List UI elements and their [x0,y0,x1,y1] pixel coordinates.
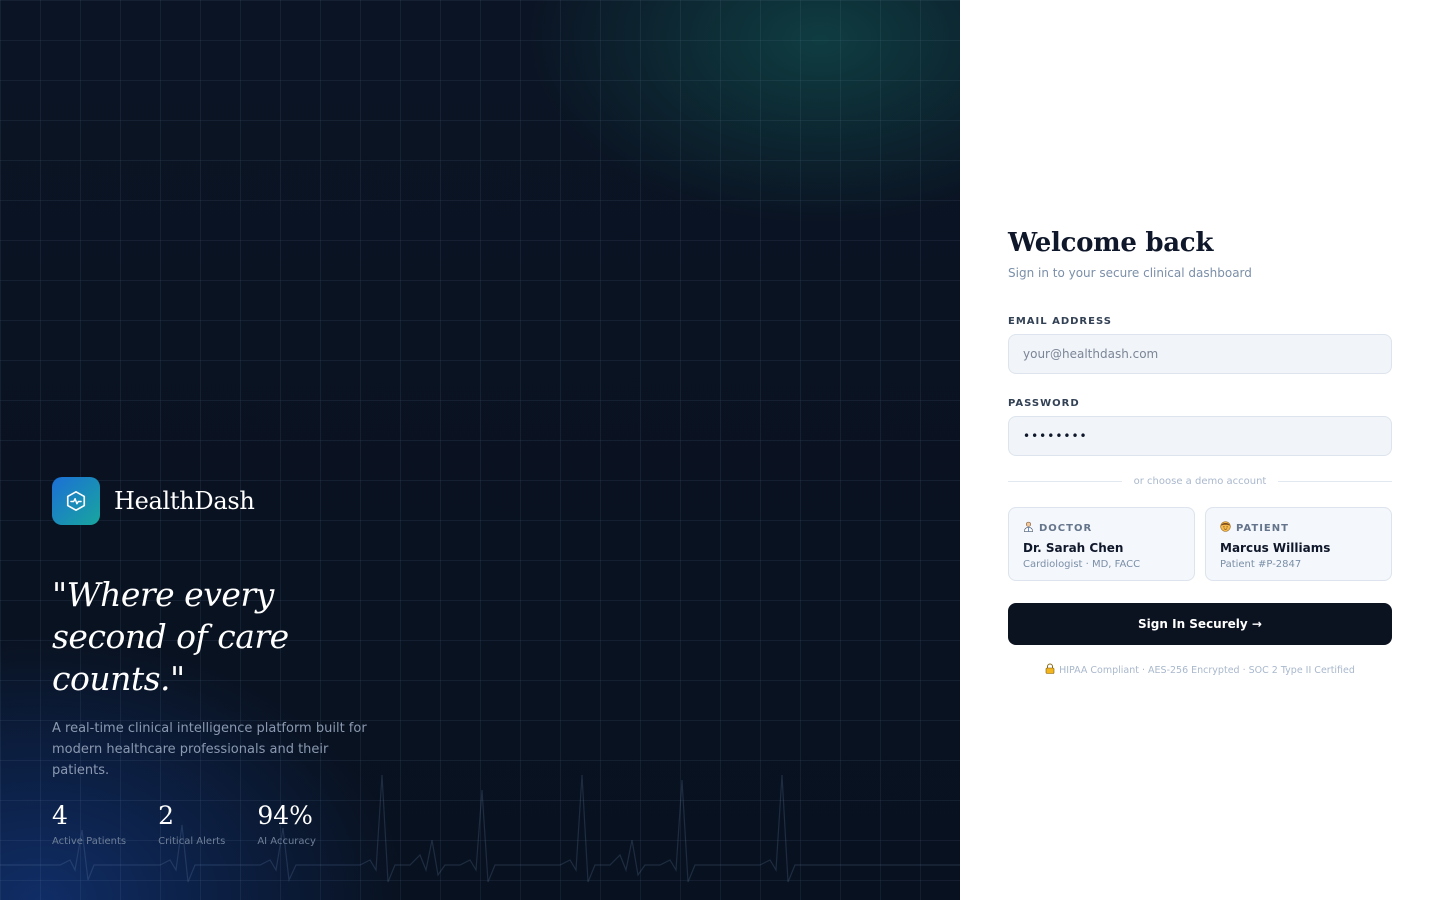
stat-value: 94% [257,801,313,830]
patient-icon [1220,521,1231,535]
brand-name: HealthDash [114,487,255,515]
stat-value: 4 [52,801,68,830]
compliance-text: HIPAA Compliant · AES-256 Encrypted · SO… [1059,664,1355,676]
demo-account-patient[interactable]: PATIENT Marcus Williams Patient #P-2847 [1205,507,1392,581]
demo-account-detail: Cardiologist · MD, FACC [1023,559,1141,570]
stat-ai-accuracy: 94% AI Accuracy [257,800,316,847]
email-label: EMAIL ADDRESS [1008,316,1112,327]
doctor-icon [1023,521,1034,535]
stat-active-patients: 4 Active Patients [52,800,126,847]
login-title: Welcome back [1008,228,1214,258]
demo-account-name: Marcus Williams [1220,541,1331,555]
stat-label: AI Accuracy [257,836,316,847]
sign-in-button[interactable]: Sign In Securely → [1008,603,1392,645]
demo-account-detail: Patient #P-2847 [1220,559,1302,570]
demo-role-row: PATIENT [1220,521,1377,535]
password-label: PASSWORD [1008,398,1080,409]
demo-role-label: DOCTOR [1039,522,1093,534]
stat-value: 2 [158,801,175,830]
demo-divider: or choose a demo account [1008,476,1392,487]
login-subtitle: Sign in to your secure clinical dashboar… [1008,266,1252,280]
heartbeat-hexagon-icon [52,477,100,525]
email-field[interactable] [1008,334,1392,374]
brand-lockup: HealthDash [52,477,255,525]
login-panel: Welcome back Sign in to your secure clin… [960,0,1440,900]
divider-line [1278,481,1392,482]
lock-icon [1045,663,1055,677]
stat-label: Active Patients [52,836,127,847]
demo-account-doctor[interactable]: DOCTOR Dr. Sarah Chen Cardiologist · MD,… [1008,507,1195,581]
demo-account-name: Dr. Sarah Chen [1023,541,1124,555]
demo-role-label: PATIENT [1236,522,1289,534]
demo-role-row: DOCTOR [1023,521,1180,535]
divider-text: or choose a demo account [1133,476,1267,487]
demo-accounts: DOCTOR Dr. Sarah Chen Cardiologist · MD,… [1008,507,1392,581]
password-field[interactable] [1008,416,1392,456]
login-form: Welcome back Sign in to your secure clin… [1008,228,1392,677]
hero-tagline: A real-time clinical intelligence platfo… [52,721,367,778]
divider-line [1008,481,1122,482]
hero-quote: "Where every second of care counts." [52,575,289,698]
stats-row: 4 Active Patients 2 Critical Alerts 94% … [52,800,348,847]
stat-label: Critical Alerts [158,836,226,847]
hero-panel: HealthDash "Where every second of care c… [0,0,960,900]
compliance-note: HIPAA Compliant · AES-256 Encrypted · SO… [1008,663,1392,677]
stat-critical-alerts: 2 Critical Alerts [158,800,225,847]
